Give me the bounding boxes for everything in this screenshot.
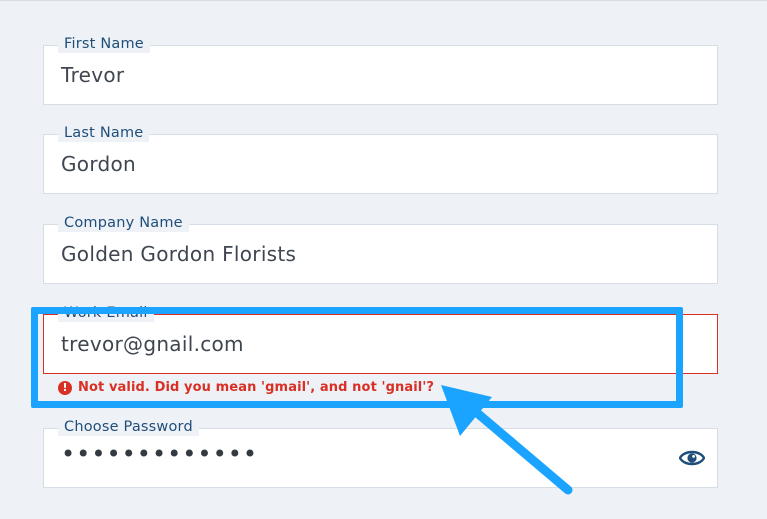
annotation-arrow-icon	[441, 385, 573, 495]
